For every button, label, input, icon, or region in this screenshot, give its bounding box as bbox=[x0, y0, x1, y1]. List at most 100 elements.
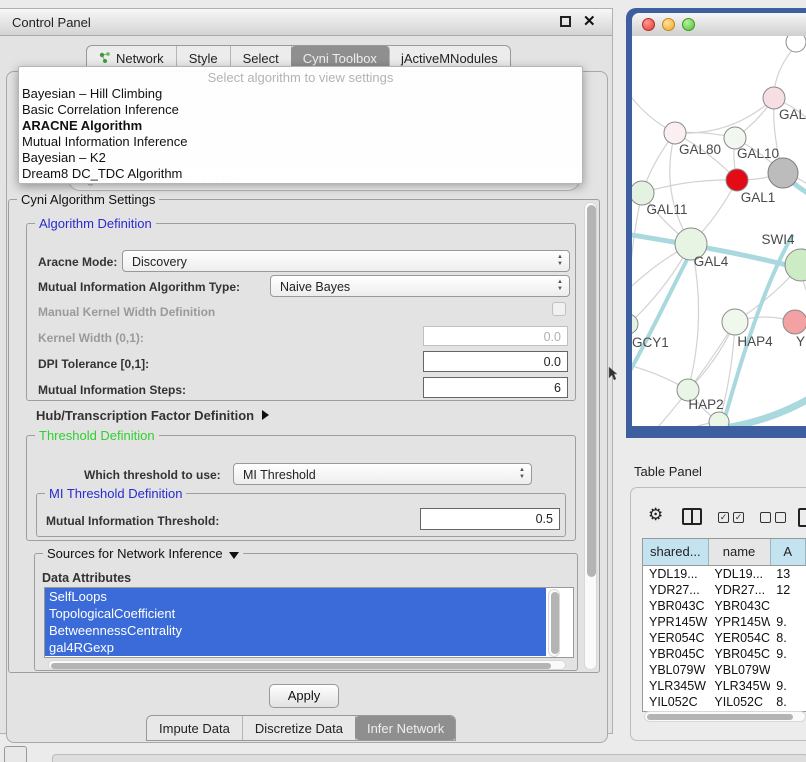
tab-impute-data[interactable]: Impute Data bbox=[147, 716, 243, 740]
dpi-tolerance-value: 0.0 bbox=[544, 355, 561, 369]
mi-type-combo[interactable]: Naive Bayes ▲▼ bbox=[270, 275, 570, 297]
deselect-all-checkbox-icon[interactable] bbox=[760, 512, 771, 523]
sources-legend[interactable]: Sources for Network Inference bbox=[43, 546, 243, 561]
table-cell: YLR345W bbox=[643, 678, 708, 694]
table-cell: 9. bbox=[770, 646, 806, 662]
application-window: Control Panel ✕ NetworkStyleSelectCyni T… bbox=[0, 0, 806, 762]
column-header-A[interactable]: A bbox=[771, 539, 806, 565]
data-attribute-item[interactable]: BetweennessCentrality bbox=[45, 622, 546, 639]
column-header-shared...[interactable]: shared... bbox=[643, 539, 709, 565]
network-canvas[interactable]: GALGAL80GAL10GAL1GAL11GAL4SWI4HAP4YGCY1H… bbox=[632, 36, 806, 426]
table-row[interactable]: YER054CYER054C8. bbox=[643, 630, 806, 646]
data-attribute-item[interactable]: TopologicalCoefficient bbox=[45, 605, 546, 622]
dpi-tolerance-label: DPI Tolerance [0,1]: bbox=[38, 357, 149, 371]
kernel-width-field[interactable]: 0.0 bbox=[423, 326, 568, 346]
network-node[interactable] bbox=[768, 158, 798, 188]
network-node-y[interactable] bbox=[783, 310, 806, 334]
docked-panel-icon[interactable] bbox=[4, 746, 27, 762]
manual-kernel-checkbox[interactable] bbox=[552, 302, 566, 316]
list-scrollbar[interactable] bbox=[548, 589, 560, 657]
algorithm-option[interactable]: Bayesian – K2 bbox=[19, 149, 582, 165]
apply-button[interactable]: Apply bbox=[269, 684, 339, 708]
table-row[interactable]: YDR27...YDR27...12 bbox=[643, 582, 806, 598]
float-window-icon[interactable] bbox=[560, 16, 571, 27]
network-edge[interactable] bbox=[774, 46, 796, 91]
node-label: HAP2 bbox=[688, 397, 723, 412]
columns-icon[interactable] bbox=[682, 508, 702, 525]
expanded-arrow-icon bbox=[229, 552, 239, 559]
algorithm-dropdown-placeholder: Select algorithm to view settings bbox=[19, 67, 582, 85]
algorithm-option[interactable]: Basic Correlation Inference bbox=[19, 101, 582, 117]
algorithm-option[interactable]: ARACNE Algorithm bbox=[19, 117, 582, 133]
dpi-tolerance-field[interactable]: 0.0 bbox=[423, 351, 568, 372]
table-cell: 8. bbox=[770, 694, 806, 710]
table-cell bbox=[770, 662, 806, 678]
network-node-gal80[interactable] bbox=[664, 122, 686, 144]
close-traffic-icon[interactable] bbox=[642, 18, 655, 31]
table-row[interactable]: YLR345WYLR345W9. bbox=[643, 678, 806, 694]
network-icon bbox=[99, 52, 111, 64]
close-icon[interactable]: ✕ bbox=[583, 12, 596, 30]
tab-infer-network[interactable]: Infer Network bbox=[355, 716, 456, 740]
which-threshold-combo[interactable]: MI Threshold ▲▼ bbox=[233, 463, 532, 485]
table-cell: YDR27... bbox=[708, 582, 770, 598]
new-table-icon[interactable] bbox=[798, 508, 806, 527]
data-attribute-item[interactable]: SelfLoops bbox=[45, 588, 546, 605]
deselect-all-checkbox-icon[interactable] bbox=[775, 512, 786, 523]
aracne-mode-combo[interactable]: Discovery ▲▼ bbox=[122, 250, 570, 272]
combo-arrows-icon: ▲▼ bbox=[555, 254, 565, 268]
table-row[interactable]: YDL19...YDL19...13 bbox=[643, 566, 806, 582]
combo-arrows-icon: ▲▼ bbox=[517, 467, 527, 481]
network-edge[interactable] bbox=[642, 180, 737, 193]
select-all-checkbox-icon[interactable]: ✓ bbox=[733, 512, 744, 523]
table-cell: YBR043C bbox=[708, 598, 770, 614]
column-header-name[interactable]: name bbox=[709, 539, 771, 565]
table-row[interactable]: YBR045CYBR045C9. bbox=[643, 646, 806, 662]
data-attributes-list[interactable]: SelfLoopsTopologicalCoefficientBetweenne… bbox=[44, 587, 574, 658]
gear-icon[interactable]: ⚙ bbox=[648, 505, 663, 525]
network-node-swi4[interactable] bbox=[785, 249, 806, 281]
tab-label: Discretize Data bbox=[255, 721, 343, 736]
data-attribute-item[interactable]: gal4RGexp bbox=[45, 639, 546, 656]
minimize-traffic-icon[interactable] bbox=[662, 18, 675, 31]
algorithm-option[interactable]: Bayesian – Hill Climbing bbox=[19, 85, 582, 101]
network-window-titlebar[interactable] bbox=[632, 13, 806, 37]
network-edge[interactable] bbox=[675, 98, 774, 133]
table-cell: YBR045C bbox=[708, 646, 770, 662]
table-row[interactable]: YBR043CYBR043C bbox=[643, 598, 806, 614]
zoom-traffic-icon[interactable] bbox=[682, 18, 695, 31]
settings-scrollbar[interactable] bbox=[584, 202, 597, 670]
network-node-gal1[interactable] bbox=[726, 169, 748, 191]
algorithm-option[interactable]: Mutual Information Inference bbox=[19, 133, 582, 149]
table-cell: YPR145W bbox=[708, 614, 770, 630]
node-label: GAL10 bbox=[737, 146, 779, 161]
network-edge-highlighted[interactable] bbox=[632, 250, 692, 378]
table-row[interactable]: YIL052CYIL052C8. bbox=[643, 694, 806, 710]
network-node[interactable] bbox=[786, 36, 806, 52]
table-cell: YDL19... bbox=[708, 566, 770, 582]
network-node-gcy1[interactable] bbox=[632, 314, 638, 334]
table-cell: YPR145W bbox=[643, 614, 708, 630]
tab-label: Select bbox=[243, 51, 279, 66]
hub-definition-toggle[interactable]: Hub/Transcription Factor Definition bbox=[36, 408, 269, 423]
which-threshold-label: Which threshold to use: bbox=[84, 468, 221, 482]
network-node-gal[interactable] bbox=[763, 87, 785, 109]
tab-discretize-data[interactable]: Discretize Data bbox=[243, 716, 356, 740]
mi-steps-field[interactable]: 6 bbox=[423, 377, 568, 398]
algorithm-option[interactable]: Dream8 DC_TDC Algorithm bbox=[19, 165, 582, 181]
list-hscrollbar[interactable] bbox=[48, 660, 566, 670]
table-row[interactable]: YBL079WYBL079W bbox=[643, 662, 806, 678]
select-all-checkbox-icon[interactable]: ✓ bbox=[718, 512, 729, 523]
node-label: GCY1 bbox=[632, 335, 669, 350]
node-table[interactable]: shared...nameA YDL19...YDL19...13YDR27..… bbox=[642, 538, 806, 712]
mi-steps-value: 6 bbox=[554, 381, 561, 395]
node-label: Y bbox=[796, 334, 805, 349]
table-hscrollbar[interactable] bbox=[644, 711, 806, 722]
network-edge-highlighted[interactable] bbox=[724, 396, 806, 426]
mi-threshold-field[interactable]: 0.5 bbox=[420, 508, 560, 530]
table-cell: YIL052C bbox=[708, 694, 770, 710]
network-edge[interactable] bbox=[632, 193, 642, 324]
network-node-hap4[interactable] bbox=[722, 309, 748, 335]
control-panel-titlebar[interactable]: Control Panel ✕ bbox=[0, 9, 612, 36]
table-row[interactable]: YPR145WYPR145W9. bbox=[643, 614, 806, 630]
